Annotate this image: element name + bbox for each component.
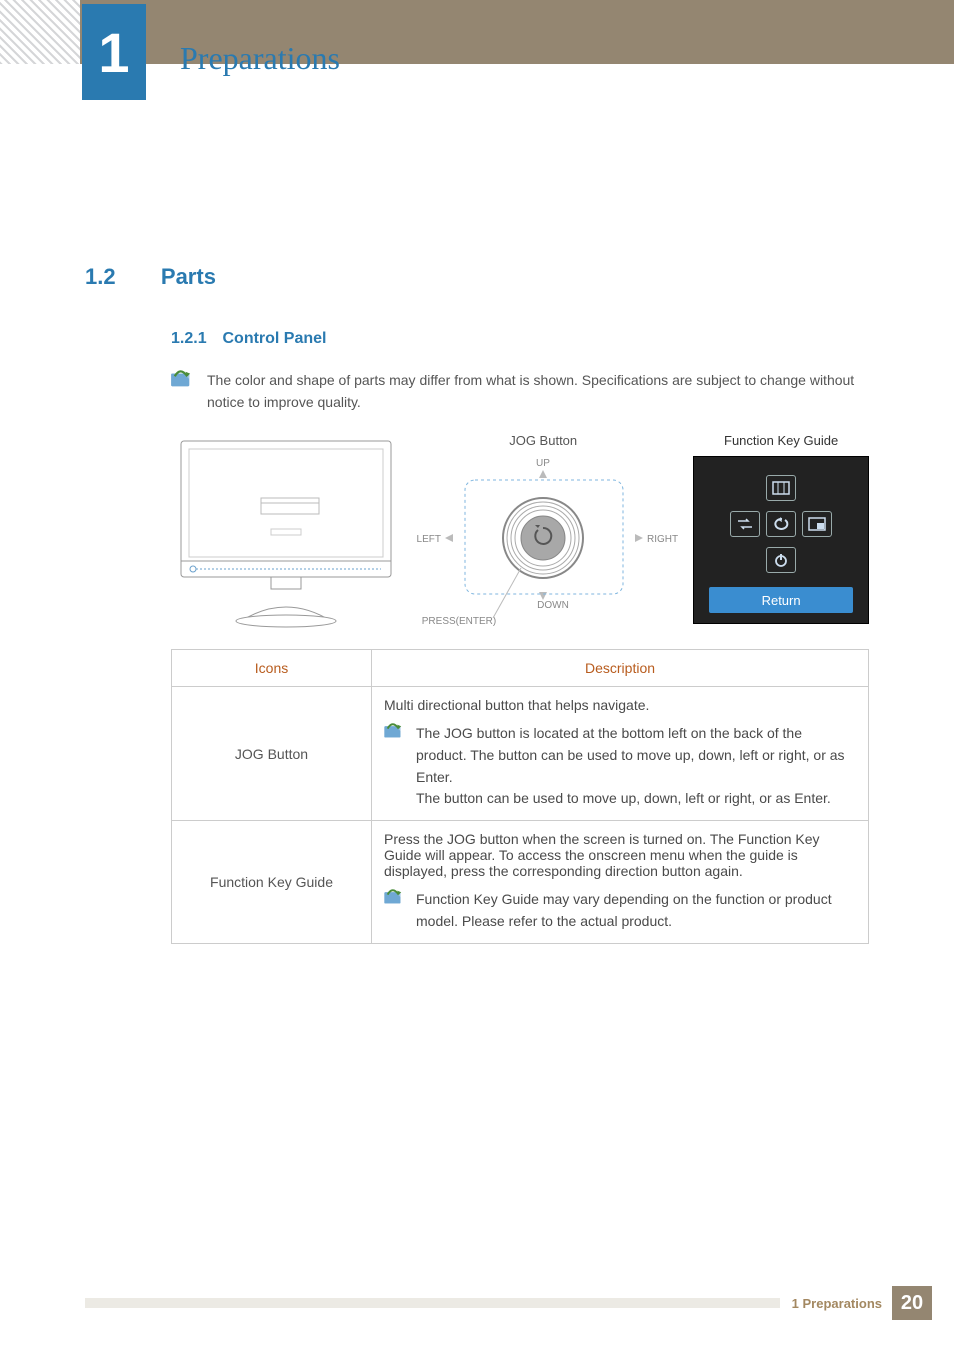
subsection-title: Control Panel — [222, 330, 326, 347]
function-key-guide-block: Function Key Guide — [693, 433, 869, 624]
row-description: Multi directional button that helps navi… — [384, 697, 856, 713]
row-description: Press the JOG button when the screen is … — [384, 831, 856, 879]
fkg-back-icon — [766, 511, 796, 537]
subsection-number: 1.2.1 — [171, 330, 207, 347]
header-hatch — [0, 0, 80, 64]
fkg-pip-icon — [802, 511, 832, 537]
jog-down-label: DOWN — [537, 600, 569, 611]
fkg-return-button: Return — [709, 587, 853, 613]
section-title: Parts — [161, 264, 216, 289]
description-table: Icons Description JOG Button Multi direc… — [171, 649, 869, 943]
notice-block: The color and shape of parts may differ … — [171, 370, 869, 413]
jog-right-label: RIGHT — [647, 534, 678, 545]
fkg-menu-icon — [766, 475, 796, 501]
chapter-number-badge: 1 — [82, 4, 146, 100]
jog-diagram: JOG Button UP LEFT RIGHT DOWN PRESS(ENTE… — [403, 433, 683, 631]
row-note: Function Key Guide may vary depending on… — [416, 889, 856, 932]
table-row: JOG Button Multi directional button that… — [172, 687, 869, 821]
footer-page-number: 20 — [892, 1286, 932, 1320]
control-panel-figure: JOG Button UP LEFT RIGHT DOWN PRESS(ENTE… — [171, 433, 869, 633]
row-icon-name: Function Key Guide — [172, 821, 372, 943]
row-note: The JOG button is located at the bottom … — [416, 723, 856, 810]
footer-bar — [85, 1298, 780, 1308]
section-heading: 1.2 Parts — [85, 264, 869, 290]
note-icon — [384, 889, 404, 905]
jog-press-label: PRESS(ENTER) — [422, 616, 496, 627]
row-icon-name: JOG Button — [172, 687, 372, 821]
section-number: 1.2 — [85, 264, 157, 290]
footer-section-label: 1 Preparations — [792, 1296, 882, 1311]
notice-text: The color and shape of parts may differ … — [207, 370, 869, 413]
table-header-description: Description — [372, 650, 869, 687]
jog-up-label: UP — [536, 458, 550, 469]
note-icon — [171, 370, 193, 388]
function-key-guide-label: Function Key Guide — [693, 433, 869, 448]
fkg-source-icon — [730, 511, 760, 537]
table-header-icons: Icons — [172, 650, 372, 687]
table-row: Function Key Guide Press the JOG button … — [172, 821, 869, 943]
jog-button-label: JOG Button — [403, 433, 683, 448]
jog-left-label: LEFT — [417, 534, 441, 545]
page-footer: 1 Preparations 20 — [0, 1286, 954, 1320]
subsection-heading: 1.2.1 Control Panel — [171, 330, 869, 348]
monitor-front-illustration — [171, 433, 393, 633]
fkg-power-icon — [766, 547, 796, 573]
chapter-title: Preparations — [180, 40, 340, 77]
note-icon — [384, 723, 404, 739]
